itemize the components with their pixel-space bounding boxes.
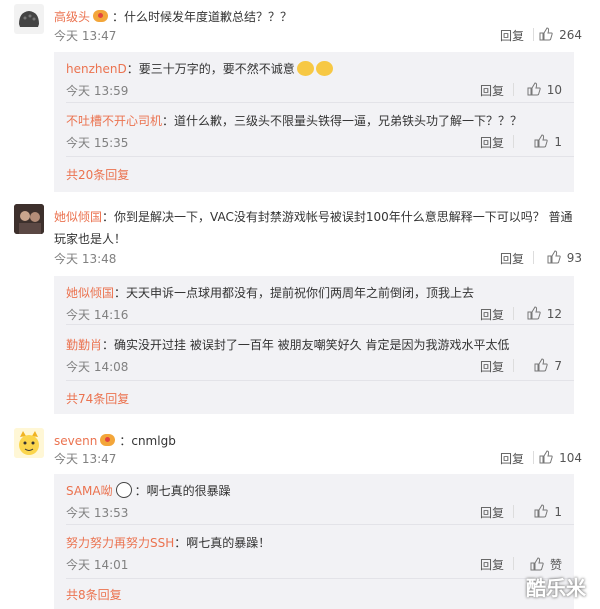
thumbs-up-icon [534,504,549,518]
reply-thread: 她似倾国：天天申诉一点球用都没有，提前祝你们两周年之前倒闭，顶我上去 今天 14… [54,276,574,414]
like-button[interactable]: 264 [539,27,582,42]
cartoon-avatar-icon [14,428,44,458]
thumbs-up-icon [527,306,541,320]
reply-button[interactable]: 回复 [480,306,504,323]
thumbs-up-icon [539,450,553,464]
reply-author[interactable]: SAMA呦 [66,484,113,498]
reply-button[interactable]: 回复 [500,250,524,267]
divider [533,28,534,41]
thumbs-up-icon [539,27,553,41]
reply-button[interactable]: 回复 [480,82,504,99]
comment-meta: 今天 13:47 回复 104 [54,450,582,468]
divider [66,578,574,579]
more-replies-link[interactable]: 共8条回复 [66,586,122,603]
like-button[interactable]: 1 [534,134,562,149]
reply-author[interactable]: 她似倾国 [66,286,114,300]
comment-meta: 今天 13:47 回复 264 [54,27,582,45]
comment-text: 她似倾国：你到是解决一下，VAC没有封禁游戏帐号被误封100年什么意思解释一下可… [54,210,573,246]
avatar[interactable] [14,428,44,458]
thumbs-up-icon [547,250,561,264]
comment-1: 高级头 ：什么时候发年度道歉总结？？？ 今天 13:47 回复 264 henzh… [0,4,600,192]
timestamp: 今天 13:47 [54,29,117,43]
profile-photo-icon [14,204,44,234]
divider [66,324,574,325]
thumbs-up-icon [527,82,541,96]
comment-meta: 今天 13:48 回复 93 [54,250,582,268]
reply-author[interactable]: 不吐槽不开心司机 [66,114,162,128]
reply-author[interactable]: 努力努力再努力SSH [66,536,174,550]
vip-badge-icon [100,434,116,446]
panda-icon [115,482,132,498]
timestamp: 今天 13:47 [54,452,117,466]
comment-2: 她似倾国：你到是解决一下，VAC没有封禁游戏帐号被误封100年什么意思解释一下可… [0,204,600,414]
sweat-smile-emoji-icon [315,61,333,76]
comment-author[interactable]: 高级头 [54,10,90,24]
timestamp: 今天 13:53 [66,506,129,520]
like-button[interactable]: 10 [527,82,562,97]
divider [513,505,514,518]
divider [66,380,574,381]
timestamp: 今天 13:59 [66,84,129,98]
divider [66,156,574,157]
reply-thread: henzhenD：要三十万字的，要不然不诚意 今天 13:59 回复 10 不吐… [54,52,574,192]
like-button[interactable]: 93 [547,250,582,265]
comment-text: sevenn ：cnmlgb [54,434,176,448]
reply-thread: SAMA呦 ：啊七真的很暴躁 今天 13:53 回复 1 努力努力再努力SSH：啊… [54,474,574,609]
divider [513,307,514,320]
like-button[interactable]: 104 [539,450,582,465]
watermark-logo: 酷乐米 [526,576,586,600]
timestamp: 今天 14:08 [66,360,129,374]
comment-3: sevenn ：cnmlgb 今天 13:47 回复 104 SAMA呦 ：啊七真的… [0,428,600,609]
thumbs-up-icon [534,358,549,372]
timestamp: 今天 14:01 [66,558,129,572]
reply-author[interactable]: henzhenD [66,62,127,76]
like-button[interactable]: 赞 [530,556,562,573]
comment-author[interactable]: sevenn [54,434,97,448]
reply-button[interactable]: 回复 [480,556,504,573]
divider [533,451,534,464]
avatar[interactable] [14,204,44,234]
helmet-avatar-icon [19,11,39,27]
like-button[interactable]: 7 [534,358,562,373]
timestamp: 今天 15:35 [66,136,129,150]
vip-badge-icon [93,10,109,22]
timestamp: 今天 13:48 [54,252,117,266]
sweat-smile-emoji-icon [296,61,314,76]
divider [66,102,574,103]
reply-button[interactable]: 回复 [480,504,504,521]
reply-author[interactable]: 勤勤肖 [66,338,102,352]
reply-button[interactable]: 回复 [480,134,504,151]
thumbs-up-icon [534,134,549,148]
timestamp: 今天 14:16 [66,308,129,322]
divider [66,524,574,525]
more-replies-link[interactable]: 共20条回复 [66,166,129,183]
reply-button[interactable]: 回复 [500,450,524,467]
divider [533,251,534,264]
divider [513,557,514,570]
divider [513,359,514,372]
avatar[interactable] [14,4,44,34]
divider [513,83,514,96]
divider [513,135,514,148]
reply-button[interactable]: 回复 [480,358,504,375]
comment-text: 高级头 ：什么时候发年度道歉总结？？？ [54,10,293,24]
like-button[interactable]: 12 [527,306,562,321]
more-replies-link[interactable]: 共74条回复 [66,390,129,407]
thumbs-up-icon [530,557,544,571]
comment-author[interactable]: 她似倾国 [54,210,102,224]
reply-button[interactable]: 回复 [500,27,524,44]
like-button[interactable]: 1 [534,504,562,519]
